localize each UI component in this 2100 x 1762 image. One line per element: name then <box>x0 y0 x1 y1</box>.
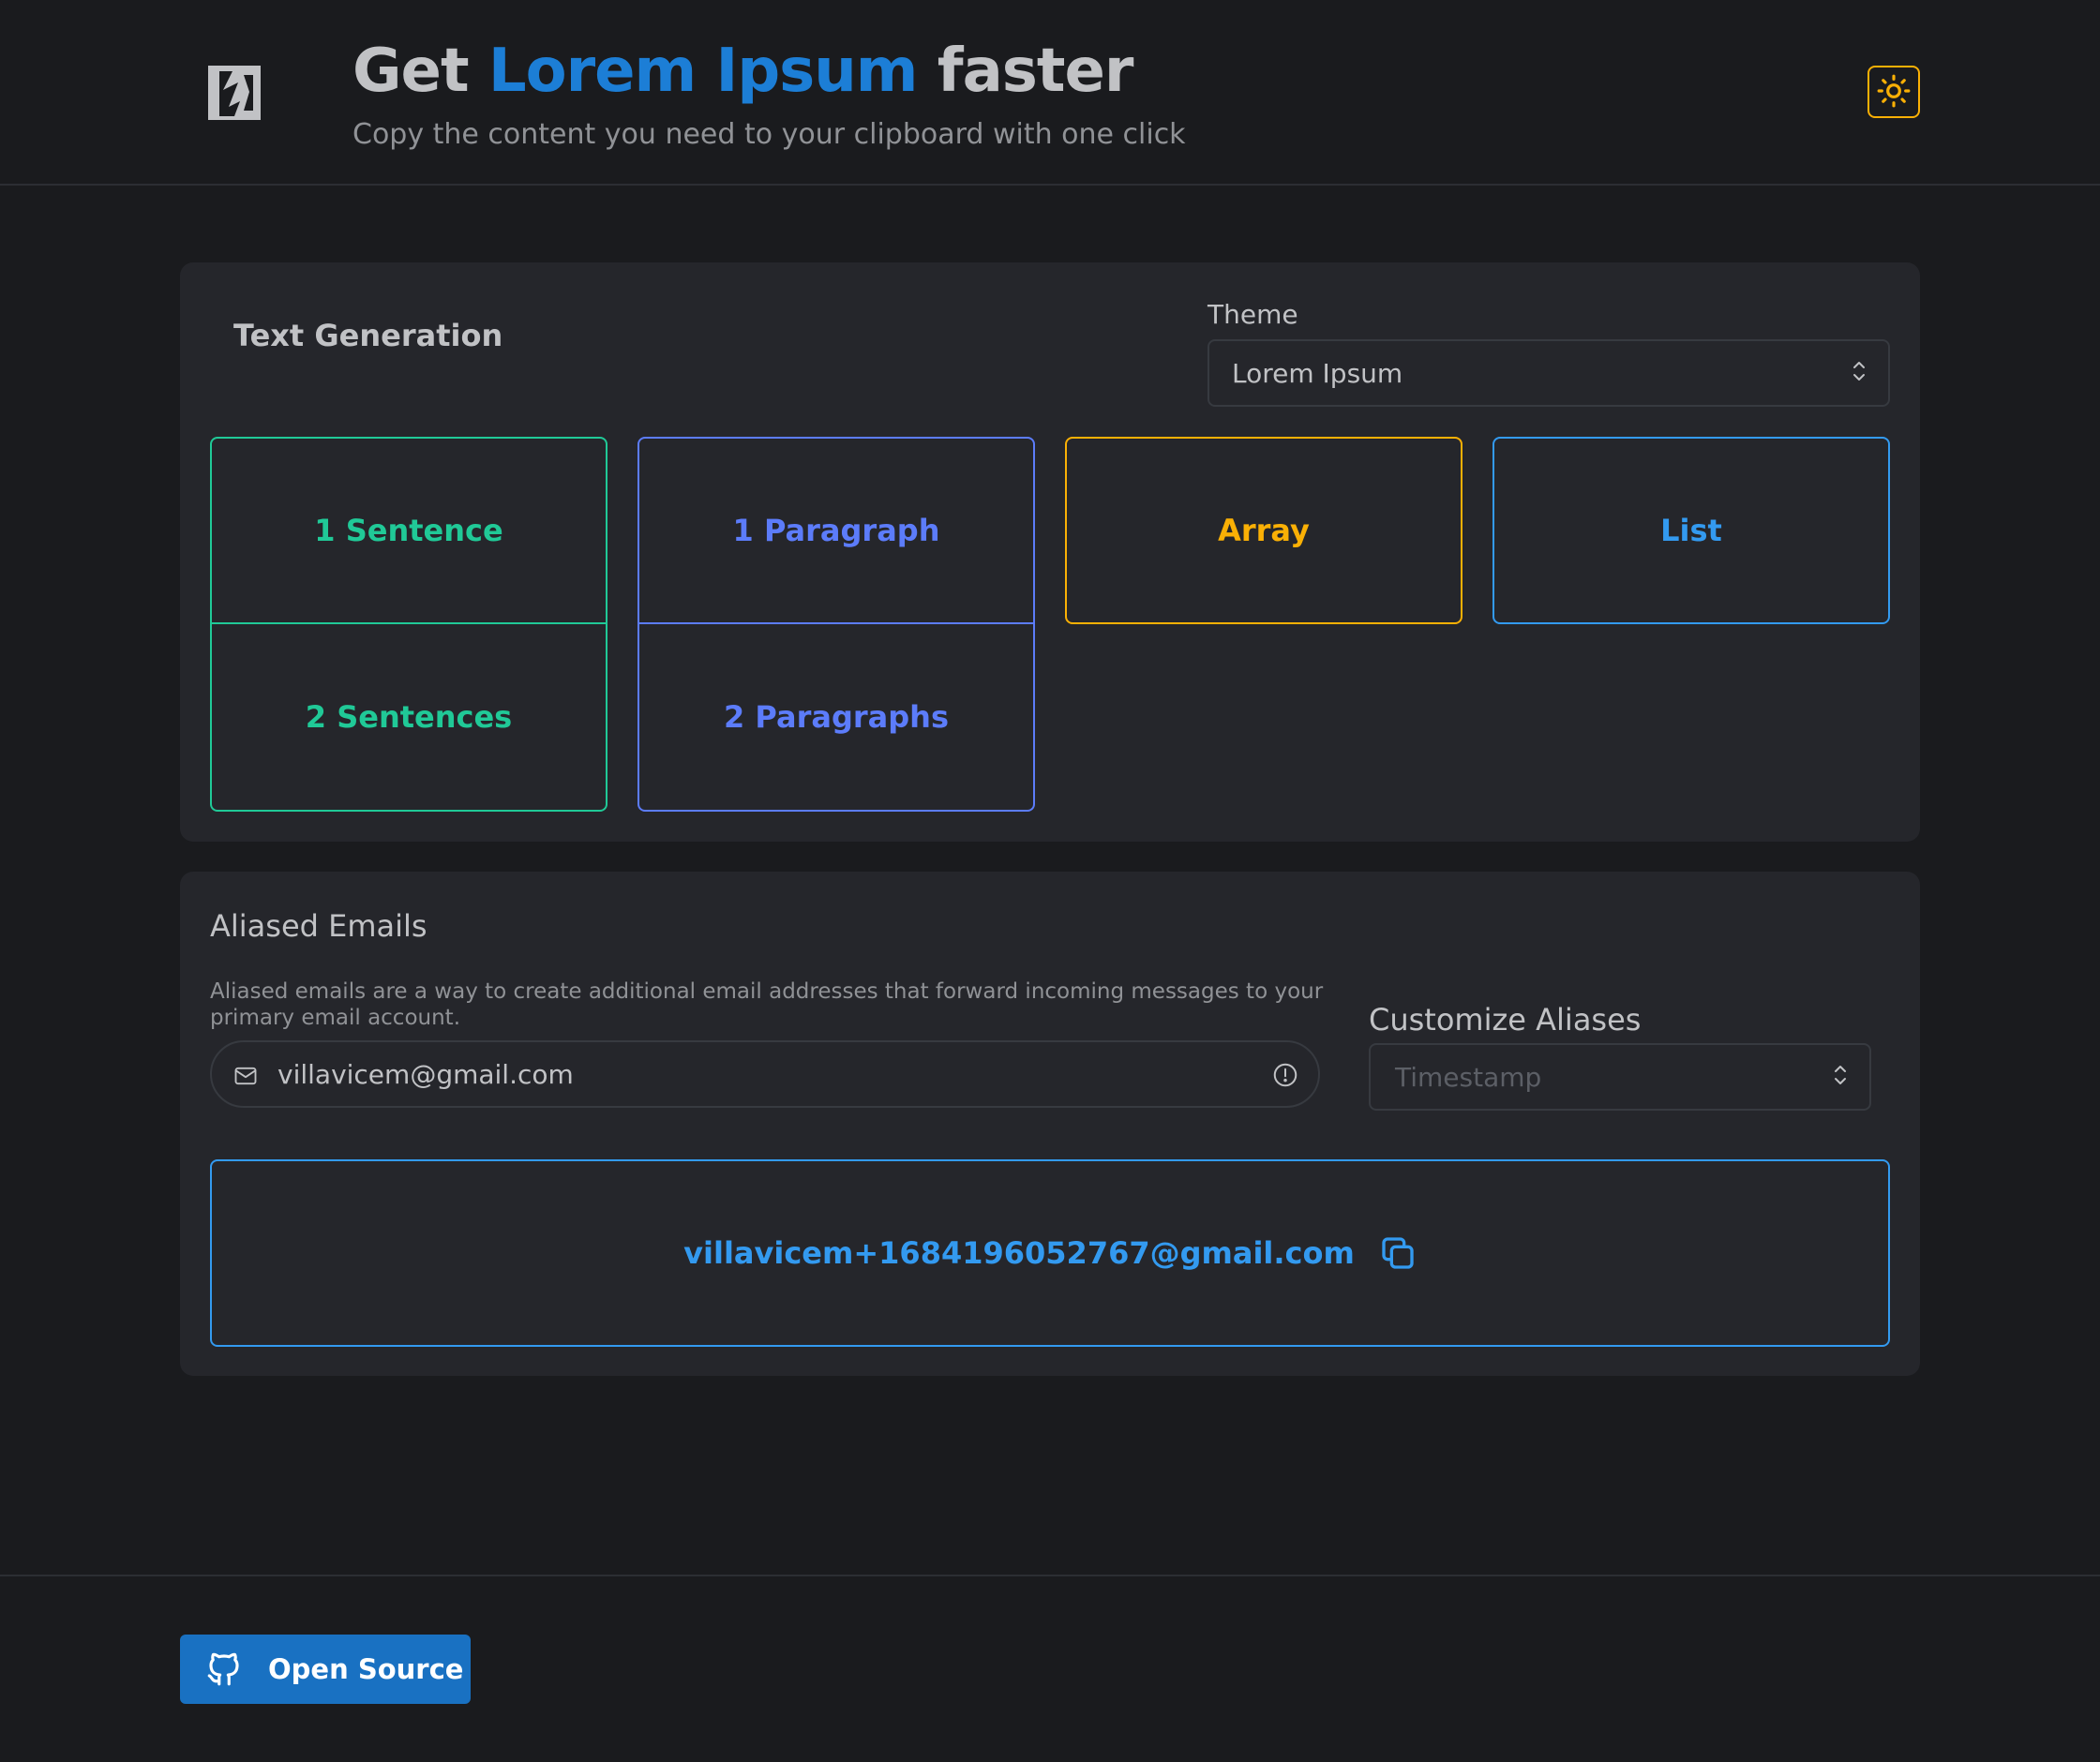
selector-icon <box>1832 1062 1849 1092</box>
theme-label: Theme <box>1208 299 1298 330</box>
mail-icon <box>232 1063 259 1093</box>
theme-toggle-button[interactable] <box>1868 66 1920 118</box>
customize-aliases-select[interactable]: Timestamp <box>1369 1043 1871 1111</box>
page-subtitle: Copy the content you need to your clipbo… <box>352 118 1186 151</box>
open-source-button[interactable]: Open Source <box>180 1635 471 1704</box>
array-label: Array <box>1218 513 1310 548</box>
email-field[interactable] <box>210 1040 1320 1108</box>
github-icon <box>204 1650 244 1695</box>
one-paragraph-button[interactable]: 1 Paragraph <box>638 437 1035 624</box>
array-button[interactable]: Array <box>1065 437 1462 624</box>
theme-select[interactable]: Lorem Ipsum <box>1208 339 1890 407</box>
two-paragraphs-button[interactable]: 2 Paragraphs <box>638 624 1035 812</box>
list-label: List <box>1660 513 1722 548</box>
alias-result-button[interactable]: villavicem+1684196052767@gmail.com <box>210 1159 1890 1347</box>
list-button[interactable]: List <box>1492 437 1890 624</box>
customize-aliases-label: Customize Aliases <box>1369 1002 1642 1038</box>
title-accent: Lorem Ipsum <box>488 37 919 106</box>
alias-result-text: villavicem+1684196052767@gmail.com <box>683 1235 1355 1271</box>
title-prefix: Get <box>352 37 488 106</box>
copy-icon[interactable] <box>1379 1234 1417 1272</box>
text-generation-title: Text Generation <box>233 318 503 353</box>
theme-select-value: Lorem Ipsum <box>1232 357 1403 389</box>
aliased-emails-title: Aliased Emails <box>210 908 428 944</box>
two-sentences-button[interactable]: 2 Sentences <box>210 624 608 812</box>
one-sentence-label: 1 Sentence <box>314 513 503 548</box>
text-generation-card: Text Generation Theme Lorem Ipsum 1 Sent… <box>180 262 1920 842</box>
selector-icon <box>1851 358 1868 388</box>
logo-icon[interactable] <box>206 64 262 122</box>
two-sentences-label: 2 Sentences <box>305 699 513 735</box>
aliased-emails-card: Aliased Emails Aliased emails are a way … <box>180 872 1920 1376</box>
open-source-label: Open Source <box>268 1653 464 1685</box>
page-title: Get Lorem Ipsum faster <box>352 34 1134 109</box>
footer-divider <box>0 1575 2100 1576</box>
title-suffix: faster <box>917 37 1134 106</box>
email-input[interactable] <box>278 1050 1234 1098</box>
info-icon[interactable] <box>1271 1061 1299 1093</box>
one-sentence-button[interactable]: 1 Sentence <box>210 437 608 624</box>
customize-aliases-placeholder: Timestamp <box>1395 1061 1542 1093</box>
sun-icon <box>1876 73 1912 112</box>
one-paragraph-label: 1 Paragraph <box>732 513 940 548</box>
two-paragraphs-label: 2 Paragraphs <box>724 699 949 735</box>
aliased-emails-description: Aliased emails are a way to create addit… <box>210 979 1324 1030</box>
header: Get Lorem Ipsum faster Copy the content … <box>0 0 2100 186</box>
